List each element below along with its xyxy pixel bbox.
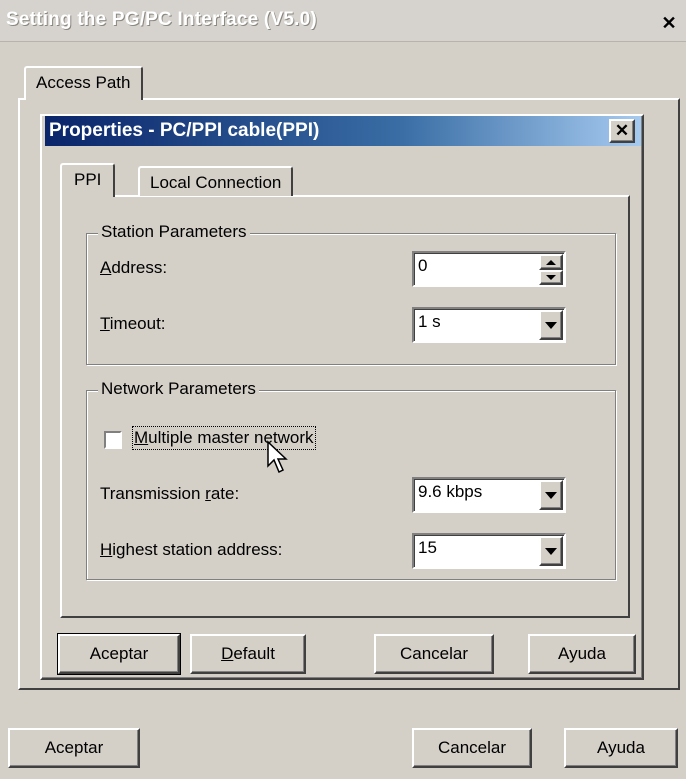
- dialog-help-button[interactable]: Ayuda: [528, 634, 636, 674]
- tab-access-path-label: Access Path: [36, 73, 131, 92]
- tab-ppi[interactable]: PPI: [60, 163, 116, 197]
- dialog-close-icon[interactable]: ✕: [609, 119, 635, 143]
- address-spinbox[interactable]: 0: [412, 251, 566, 287]
- address-value: 0: [418, 256, 428, 275]
- station-parameters-legend: Station Parameters: [98, 222, 250, 242]
- dropdown-arrow-icon[interactable]: [539, 480, 563, 510]
- highest-station-value: 15: [418, 538, 437, 557]
- network-parameters-legend: Network Parameters: [98, 379, 259, 399]
- outer-title-bar: Setting the PG/PC Interface (V5.0) ✕: [0, 0, 686, 42]
- dialog-default-button[interactable]: Default: [190, 634, 306, 674]
- dialog-title: Properties - PC/PPI cable(PPI): [49, 120, 320, 141]
- spin-down-icon[interactable]: [539, 270, 563, 285]
- transmission-rate-value: 9.6 kbps: [418, 482, 483, 501]
- dropdown-arrow-icon[interactable]: [539, 310, 563, 340]
- outer-window-title: Setting the PG/PC Interface (V5.0): [6, 9, 317, 30]
- tab-local-connection[interactable]: Local Connection: [138, 166, 294, 196]
- dropdown-arrow-icon[interactable]: [539, 536, 563, 566]
- multimaster-checkbox[interactable]: [104, 431, 122, 449]
- timeout-value: 1 s: [418, 312, 441, 331]
- tab-local-connection-label: Local Connection: [150, 173, 282, 192]
- outer-close-icon[interactable]: ✕: [658, 13, 680, 33]
- transmission-rate-select[interactable]: 9.6 kbps: [412, 477, 566, 513]
- timeout-label: Timeout:: [100, 314, 166, 333]
- mouse-cursor-icon: [267, 440, 288, 474]
- spin-up-icon[interactable]: [539, 254, 563, 270]
- outer-accept-button[interactable]: Aceptar: [8, 728, 140, 768]
- dialog-cancel-button[interactable]: Cancelar: [374, 634, 494, 674]
- address-label: Address:: [100, 258, 168, 277]
- transmission-rate-label: Transmission rate:: [100, 484, 240, 503]
- dialog-accept-button[interactable]: Aceptar: [57, 633, 181, 675]
- outer-cancel-button[interactable]: Cancelar: [412, 728, 532, 768]
- close-icon: ✕: [614, 121, 630, 140]
- outer-help-button[interactable]: Ayuda: [564, 728, 678, 768]
- highest-station-select[interactable]: 15: [412, 533, 566, 569]
- dialog-title-bar: Properties - PC/PPI cable(PPI): [45, 116, 641, 146]
- highest-station-label: Highest station address:: [100, 540, 283, 559]
- timeout-select[interactable]: 1 s: [412, 307, 566, 343]
- tab-access-path[interactable]: Access Path: [24, 66, 143, 100]
- tab-ppi-label: PPI: [74, 170, 102, 189]
